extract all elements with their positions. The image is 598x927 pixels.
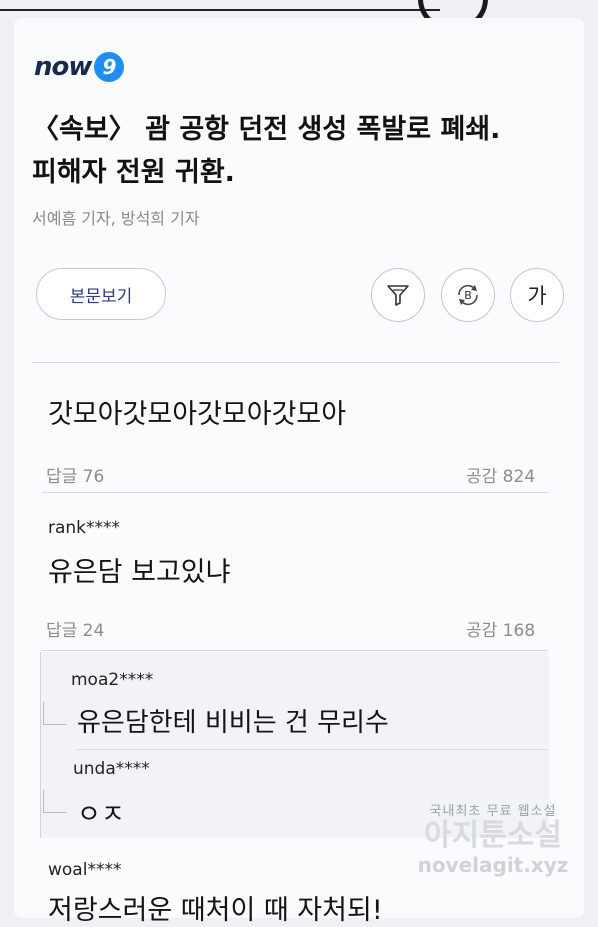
reply-text: 유은담한테 비비는 건 무리수 bbox=[77, 708, 389, 738]
comment-divider bbox=[42, 492, 548, 493]
brand-name: now bbox=[34, 52, 92, 82]
reply-connector bbox=[43, 702, 66, 725]
summary-refresh-button[interactable]: B bbox=[441, 268, 495, 322]
comment-username: rank**** bbox=[48, 518, 121, 538]
comment-divider bbox=[42, 650, 548, 651]
filter-button[interactable] bbox=[371, 268, 425, 322]
font-size-button[interactable]: 가 bbox=[510, 268, 564, 322]
comment-text: 갓모아갓모아갓모아갓모아 bbox=[48, 399, 347, 430]
reply-username: moa2**** bbox=[71, 670, 154, 690]
site-watermark: 국내최초 무료 웹소설 아지툰소설 novelagit.xyz bbox=[408, 800, 578, 877]
like-count[interactable]: 공감 168 bbox=[466, 616, 535, 641]
top-edge-line bbox=[0, 9, 440, 11]
headline-line-1: 〈속보〉 괌 공항 던전 생성 폭발로 폐쇄. bbox=[32, 114, 501, 145]
svg-text:B: B bbox=[464, 289, 472, 302]
b-refresh-icon: B bbox=[458, 284, 478, 306]
article-headline: 〈속보〉 괌 공항 던전 생성 폭발로 폐쇄. 피해자 전원 귀환. bbox=[32, 108, 572, 194]
filter-icon bbox=[387, 285, 409, 306]
section-divider bbox=[32, 362, 559, 363]
like-count[interactable]: 공감 824 bbox=[466, 462, 535, 487]
watermark-tagline: 국내최초 무료 웹소설 bbox=[429, 804, 557, 819]
brand-logo[interactable]: now 9 bbox=[34, 50, 125, 84]
brand-badge: 9 bbox=[94, 52, 125, 82]
watermark-url: novelagit.xyz bbox=[417, 853, 569, 877]
headline-line-2: 피해자 전원 귀환. bbox=[32, 157, 235, 188]
watermark-title: 아지툰소설 bbox=[424, 818, 562, 853]
view-body-button[interactable]: 본문보기 bbox=[36, 268, 166, 320]
comment-text: 유은담 보고있냐 bbox=[48, 557, 231, 588]
reply-count[interactable]: 답글 76 bbox=[46, 462, 104, 487]
comment-text: 저랑스러운 때처이 때 자처되! bbox=[48, 895, 383, 926]
reply-count[interactable]: 답글 24 bbox=[46, 616, 104, 641]
reply-connector bbox=[43, 790, 66, 813]
reply-username: unda**** bbox=[73, 759, 150, 779]
reply-text: ㅇㅈ bbox=[77, 800, 125, 830]
reply-divider bbox=[77, 749, 547, 750]
comment-username: woal**** bbox=[48, 860, 122, 880]
article-byline: 서예흠 기자, 방석희 기자 bbox=[32, 209, 200, 228]
